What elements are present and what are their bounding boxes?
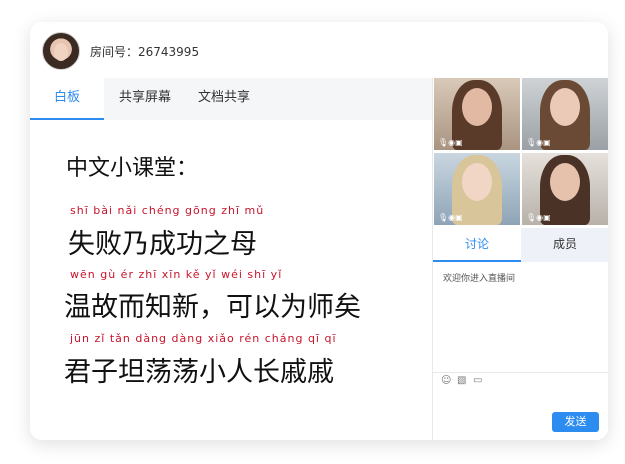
video-face	[550, 163, 580, 201]
classroom-window: 房间号：26743995 白板 共享屏幕 文档共享 中文小课堂： shī bài…	[30, 22, 608, 440]
avatar[interactable]	[42, 32, 80, 70]
tab-share-document[interactable]: 文档共享	[186, 78, 262, 118]
video-tile-4[interactable]: 🎙◉▣	[522, 153, 608, 225]
video-face	[462, 88, 492, 126]
pinyin-line-2: wēn gù ér zhī xīn kě yǐ wéi shī yǐ	[70, 268, 283, 281]
pinyin-line-3: jūn zǐ tǎn dàng dàng xiǎo rén cháng qī q…	[70, 332, 337, 345]
folder-icon[interactable]: ▭	[473, 375, 482, 386]
chat-tabs: 讨论 成员	[433, 228, 608, 262]
text-line-3: 君子坦荡荡小人长戚戚	[64, 357, 334, 388]
main-panel: 白板 共享屏幕 文档共享 中文小课堂： shī bài nǎi chéng gō…	[30, 78, 432, 440]
welcome-message: 欢迎你进入直播间	[443, 274, 516, 284]
board-title: 中文小课堂：	[66, 156, 199, 181]
emoji-icon[interactable]: ☺	[441, 375, 451, 386]
text-line-1: 失败乃成功之母	[68, 229, 257, 260]
text-line-2: 温故而知新，可以为师矣	[64, 292, 361, 323]
mic-icon[interactable]: 🎙◉▣	[526, 213, 551, 222]
tab-discussion[interactable]: 讨论	[433, 228, 521, 262]
image-icon[interactable]: ▧	[457, 375, 466, 386]
tab-whiteboard[interactable]: 白板	[30, 78, 104, 120]
video-tile-1[interactable]: 🎙◉▣	[434, 78, 520, 150]
video-tile-3[interactable]: 🎙◉▣	[434, 153, 520, 225]
side-panel: 🎙◉▣ 🎙◉▣ 🎙◉▣ 🎙◉▣ 讨论 成员 欢迎你进入直播间 ☺ ▧ ▭ 发送	[432, 78, 608, 440]
video-tile-2[interactable]: 🎙◉▣	[522, 78, 608, 150]
video-face	[462, 163, 492, 201]
mic-icon[interactable]: 🎙◉▣	[526, 138, 551, 147]
room-number: 房间号：26743995	[90, 45, 200, 59]
mic-icon[interactable]: 🎙◉▣	[438, 213, 463, 222]
chat-toolbar: ☺ ▧ ▭	[433, 372, 608, 389]
mic-icon[interactable]: 🎙◉▣	[438, 138, 463, 147]
header: 房间号：26743995	[30, 22, 608, 78]
tab-members[interactable]: 成员	[521, 228, 608, 260]
tab-bar: 白板 共享屏幕 文档共享	[30, 78, 432, 120]
avatar-face	[54, 43, 68, 61]
whiteboard[interactable]: 中文小课堂： shī bài nǎi chéng gōng zhī mǔ 失败乃…	[30, 120, 432, 440]
pinyin-line-1: shī bài nǎi chéng gōng zhī mǔ	[70, 204, 265, 217]
send-button[interactable]: 发送	[552, 412, 599, 432]
video-face	[550, 88, 580, 126]
tab-share-screen[interactable]: 共享屏幕	[106, 78, 184, 118]
